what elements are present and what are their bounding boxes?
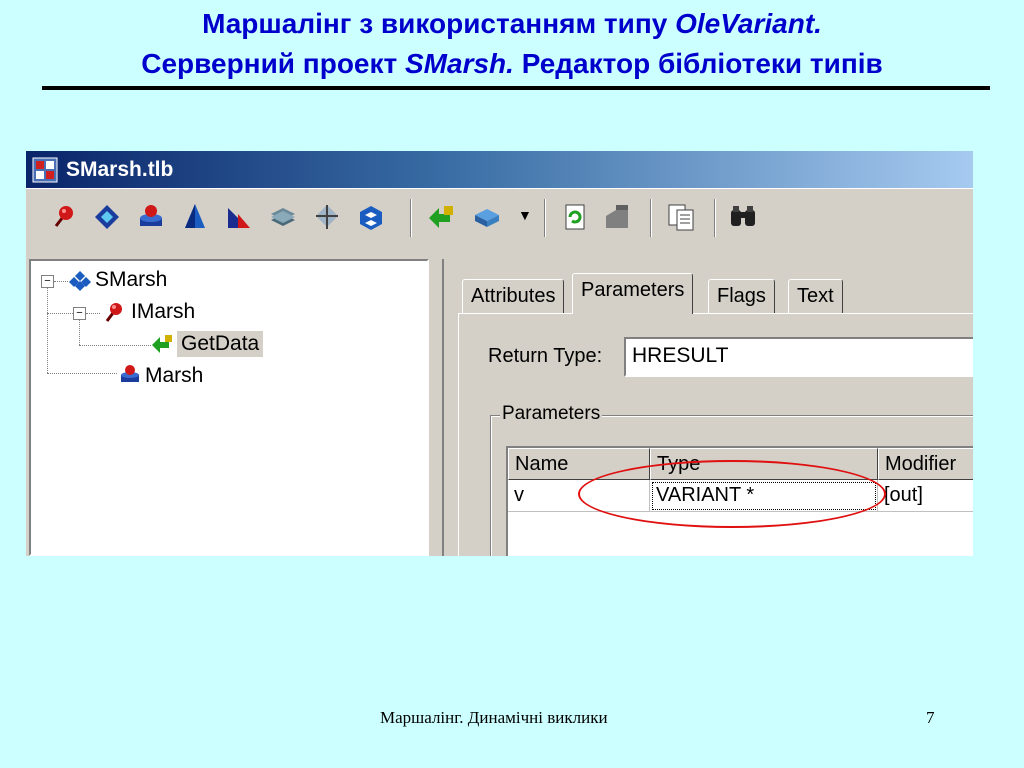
return-type-label: Return Type: — [488, 345, 603, 367]
toolbar-separator — [410, 199, 412, 237]
find-icon[interactable] — [728, 202, 758, 232]
tree-connector — [54, 281, 68, 282]
tree-connector — [47, 313, 73, 314]
new-enum-icon[interactable] — [180, 202, 210, 232]
new-record-icon[interactable] — [268, 202, 298, 232]
window-titlebar[interactable]: SMarsh.tlb — [26, 151, 973, 188]
title-underline — [42, 86, 990, 90]
method-icon — [152, 335, 172, 353]
library-icon — [69, 271, 91, 291]
toolbar-separator — [714, 199, 716, 237]
new-method-icon[interactable] — [426, 202, 456, 232]
tree-connector — [86, 313, 100, 314]
title-text: Маршалінг з використанням типу — [202, 8, 676, 39]
tab-attributes[interactable]: Attributes — [462, 279, 565, 313]
window-title: SMarsh.tlb — [66, 158, 174, 181]
return-type-field[interactable]: HRESULT — [624, 337, 973, 377]
refresh-icon[interactable] — [560, 202, 590, 232]
title-emphasis: OleVariant. — [675, 8, 822, 39]
tab-parameters[interactable]: Parameters — [572, 273, 694, 314]
toolbar-separator — [544, 199, 546, 237]
tree-connector — [79, 319, 80, 345]
new-alias-icon[interactable] — [224, 202, 254, 232]
tree-connector — [79, 345, 151, 346]
toolbar: ▼ — [26, 188, 973, 249]
toolbar-separator — [650, 199, 652, 237]
new-dispinterface-icon[interactable] — [92, 202, 122, 232]
slide-title-line-1: Маршалінг з використанням типу OleVarian… — [0, 4, 1024, 44]
register-icon[interactable] — [602, 202, 632, 232]
tree-item-marsh[interactable]: Marsh — [145, 363, 203, 389]
tab-text[interactable]: Text — [788, 279, 843, 313]
new-interface-icon[interactable] — [48, 202, 78, 232]
typelib-icon — [32, 157, 58, 183]
chevron-down-icon[interactable]: ▼ — [518, 207, 532, 223]
slide-title-line-2: Серверний проект SMarsh. Редактор бібліо… — [0, 44, 1024, 84]
tree-item-getdata[interactable]: GetData — [177, 331, 264, 357]
slide-footer: Маршалінг. Динамічні виклики — [380, 708, 608, 727]
export-icon[interactable] — [666, 202, 696, 232]
title-text: Серверний проект — [141, 48, 405, 79]
new-union-icon[interactable] — [312, 202, 342, 232]
coclass-icon — [121, 365, 139, 382]
highlight-ellipse — [578, 460, 886, 528]
page-number: 7 — [926, 708, 935, 727]
table-cell-modifier[interactable]: [out] — [878, 480, 973, 512]
parameters-group-label: Parameters — [500, 402, 603, 426]
tree-item-smarsh[interactable]: SMarsh — [95, 267, 167, 293]
tree-connector — [47, 373, 117, 374]
tab-flags[interactable]: Flags — [708, 279, 775, 313]
new-property-icon[interactable] — [472, 202, 502, 232]
title-emphasis: SMarsh. — [405, 48, 514, 79]
title-text: Редактор бібліотеки типів — [513, 48, 883, 79]
type-library-tree[interactable]: − SMarsh − IMarsh GetData Marsh — [29, 259, 429, 556]
new-coclass-icon[interactable] — [136, 202, 166, 232]
column-header-modifier[interactable]: Modifier — [878, 448, 973, 480]
tree-connector — [47, 287, 48, 373]
pane-splitter[interactable] — [432, 255, 440, 556]
interface-icon — [105, 303, 122, 322]
tree-item-imarsh[interactable]: IMarsh — [131, 299, 195, 325]
new-module-icon[interactable] — [356, 202, 386, 232]
